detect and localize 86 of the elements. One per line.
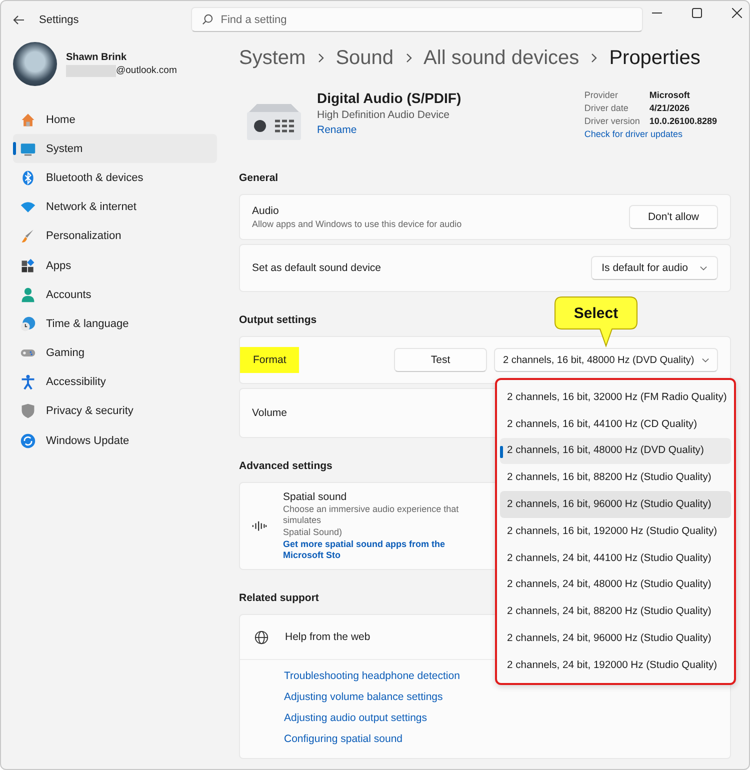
driver-info-label: Driver version bbox=[584, 116, 641, 126]
window-title: Settings bbox=[39, 14, 79, 26]
rename-link[interactable]: Rename bbox=[317, 124, 462, 136]
sound-wave-icon bbox=[252, 520, 267, 532]
maximize-icon[interactable] bbox=[692, 8, 702, 18]
format-option[interactable]: 2 channels, 24 bit, 88200 Hz (Studio Quality) bbox=[500, 598, 731, 626]
sidebar-item[interactable]: Bluetooth & devices bbox=[13, 163, 217, 193]
user-name: Shawn Brink bbox=[66, 52, 128, 62]
avatar bbox=[13, 42, 57, 86]
brush-icon bbox=[20, 228, 36, 244]
breadcrumb-item[interactable]: System bbox=[239, 46, 306, 70]
breadcrumb-item[interactable]: Sound bbox=[336, 46, 394, 70]
clock-globe-icon bbox=[20, 316, 36, 332]
dont-allow-button[interactable]: Don't allow bbox=[628, 205, 718, 229]
setting-title: Volume bbox=[252, 407, 288, 419]
search-field[interactable]: Find a setting bbox=[190, 7, 643, 32]
chevron-down-icon bbox=[700, 266, 707, 270]
format-option[interactable]: 2 channels, 16 bit, 192000 Hz (Studio Quality) bbox=[500, 518, 731, 545]
chevron-right-icon bbox=[406, 53, 412, 63]
user-email: @outlook.com bbox=[116, 65, 177, 76]
sidebar-item[interactable]: System bbox=[13, 134, 217, 164]
sidebar-item[interactable]: Apps bbox=[13, 250, 217, 280]
globe-icon bbox=[254, 630, 269, 644]
store-link[interactable]: Get more spatial sound apps from the Microsoft Sto bbox=[283, 539, 488, 561]
setting-title: Set as default sound device bbox=[252, 262, 382, 274]
setting-description: Allow apps and Windows to use this device for audio bbox=[252, 219, 462, 229]
driver-update-link[interactable]: Check for driver updates bbox=[584, 129, 717, 139]
monitor-icon bbox=[20, 140, 36, 157]
select-callout: Select bbox=[554, 296, 638, 348]
chevron-down-icon bbox=[702, 358, 709, 362]
home-icon bbox=[20, 112, 36, 128]
sidebar-item[interactable]: Time & language bbox=[13, 309, 217, 338]
chevron-right-icon bbox=[591, 53, 598, 63]
section-heading: Advanced settings bbox=[239, 459, 332, 474]
shield-icon bbox=[20, 403, 36, 420]
help-link[interactable]: Adjusting audio output settings bbox=[284, 708, 428, 729]
test-button[interactable]: Test bbox=[394, 348, 487, 372]
format-option[interactable]: 2 channels, 24 bit, 44100 Hz (Studio Quality) bbox=[500, 544, 731, 572]
format-option[interactable]: 2 channels, 24 bit, 192000 Hz (Studio Quality) bbox=[500, 652, 731, 679]
sync-icon bbox=[20, 432, 36, 449]
breadcrumb-item[interactable]: All sound devices bbox=[424, 46, 580, 70]
format-option[interactable]: 2 channels, 24 bit, 48000 Hz (Studio Quality) bbox=[500, 572, 731, 598]
format-option[interactable]: 2 channels, 16 bit, 32000 Hz (FM Radio Quality) bbox=[500, 384, 731, 411]
driver-info-value: 4/21/2026 bbox=[649, 103, 690, 113]
search-icon bbox=[202, 14, 213, 25]
format-option[interactable]: 2 channels, 24 bit, 96000 Hz (Studio Quality) bbox=[500, 625, 731, 652]
bluetooth-icon bbox=[20, 170, 36, 186]
help-link[interactable]: Configuring spatial sound bbox=[284, 729, 402, 750]
driver-info-value: Microsoft bbox=[649, 90, 691, 100]
help-link[interactable]: Troubleshooting headphone detection bbox=[284, 666, 460, 687]
device-name: Digital Audio (S/PDIF) bbox=[317, 90, 462, 106]
section-heading: Output settings bbox=[239, 313, 317, 328]
chevron-right-icon bbox=[318, 53, 324, 63]
apps-icon bbox=[20, 258, 36, 274]
back-icon[interactable] bbox=[13, 14, 25, 24]
sidebar-item[interactable]: Home bbox=[13, 105, 217, 134]
setting-title: Spatial sound bbox=[283, 491, 348, 503]
sidebar-item[interactable]: Personalization bbox=[13, 222, 217, 251]
dropdown[interactable]: Is default for audio bbox=[590, 256, 718, 280]
setting-description: Choose an immersive audio experience that simulates bbox=[283, 504, 460, 526]
help-link[interactable]: Adjusting volume balance settings bbox=[284, 687, 443, 708]
sidebar-item[interactable]: Windows Update bbox=[13, 426, 217, 456]
device-description: High Definition Audio Device bbox=[317, 109, 450, 121]
format-option[interactable]: 2 channels, 16 bit, 96000 Hz (Studio Quality) bbox=[500, 491, 731, 518]
driver-info-value: 10.0.26100.8289 bbox=[649, 116, 717, 126]
sidebar-item[interactable]: Accounts bbox=[13, 280, 217, 310]
format-option[interactable]: 2 channels, 16 bit, 48000 Hz (DVD Quality) bbox=[500, 438, 731, 464]
format-option[interactable]: 2 channels, 16 bit, 44100 Hz (CD Quality) bbox=[500, 410, 731, 438]
accessibility-icon bbox=[20, 374, 36, 390]
person-icon bbox=[20, 286, 36, 303]
setting-title: Audio bbox=[252, 205, 280, 217]
setting-description: Spatial Sound) bbox=[283, 527, 344, 538]
section-heading: Related support bbox=[239, 591, 319, 606]
format-label: Format bbox=[240, 347, 300, 373]
driver-info-label: Provider bbox=[584, 90, 619, 100]
sidebar-item[interactable]: Gaming bbox=[13, 338, 217, 368]
driver-info-label: Driver date bbox=[584, 103, 630, 113]
format-option[interactable]: 2 channels, 16 bit, 88200 Hz (Studio Quality) bbox=[500, 464, 731, 492]
setting-title: Help from the web bbox=[285, 631, 370, 643]
breadcrumb-item: Properties bbox=[609, 46, 700, 70]
sidebar-item[interactable]: Privacy & security bbox=[13, 396, 217, 426]
close-icon[interactable] bbox=[732, 8, 742, 18]
format-dropdown[interactable]: 2 channels, 16 bit, 48000 Hz (DVD Quality) bbox=[494, 348, 718, 372]
sidebar-item[interactable]: Accessibility bbox=[13, 368, 217, 397]
sidebar-item[interactable]: Network & internet bbox=[13, 192, 217, 222]
section-heading: General bbox=[239, 171, 278, 186]
